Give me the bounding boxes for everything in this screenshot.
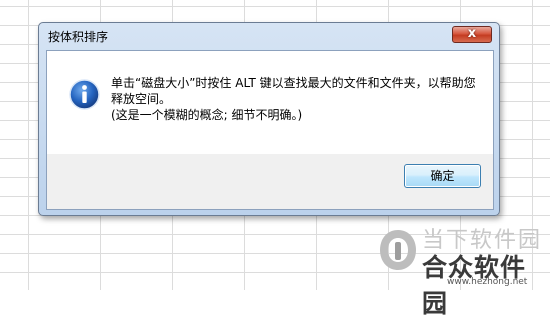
close-icon: x — [467, 26, 477, 41]
ok-button[interactable]: 确定 — [404, 164, 481, 188]
dialog-content: 单击“磁盘大小”时按住 ALT 键以查找最大的文件和文件夹，以帮助您 释放空间。… — [47, 51, 493, 154]
close-button[interactable]: x — [452, 26, 492, 43]
message-line: 释放空间。 — [111, 92, 172, 106]
message-line: (这是一个模糊的概念; 细节不明确。) — [111, 108, 303, 122]
dialog-title: 按体积排序 — [48, 30, 109, 44]
dialog-message: 单击“磁盘大小”时按住 ALT 键以查找最大的文件和文件夹，以帮助您 释放空间。… — [111, 75, 481, 123]
info-icon — [69, 79, 100, 110]
watermark-url: www.hezhong.net — [447, 277, 528, 287]
message-line: 单击“磁盘大小”时按住 ALT 键以查找最大的文件和文件夹，以帮助您 — [111, 76, 476, 90]
dialog-titlebar[interactable]: 按体积排序 x — [39, 23, 499, 47]
hezhong-logo-icon — [380, 230, 416, 270]
dialog-body: 单击“磁盘大小”时按住 ALT 键以查找最大的文件和文件夹，以帮助您 释放空间。… — [46, 50, 494, 210]
message-dialog: 按体积排序 x 单击“磁盘大小”时按住 ALT 键以查找最大的文件和文件夹，以帮… — [38, 22, 500, 216]
